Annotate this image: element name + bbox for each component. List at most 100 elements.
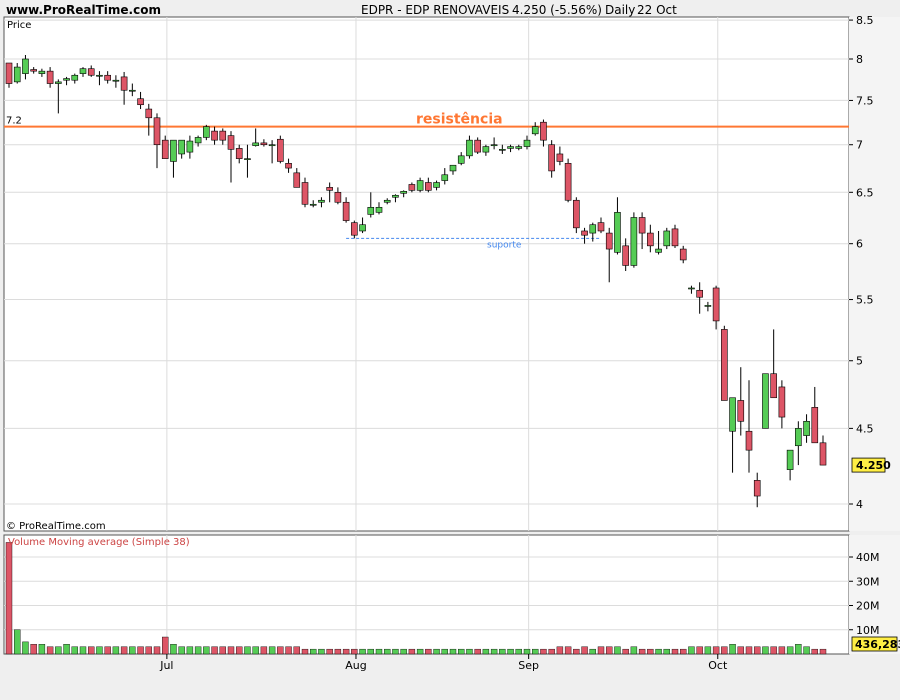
price-tick-label: 6.5	[856, 186, 874, 199]
volume-bar-up	[129, 646, 136, 655]
candle-body-up	[507, 146, 514, 149]
volume-bar-up	[170, 644, 177, 655]
last-price-change: 4.250 (-5.56%)	[512, 3, 602, 17]
price-tick-label: 4	[856, 498, 863, 511]
candle-body-up	[55, 81, 62, 84]
candle-body-down	[351, 222, 358, 236]
price-label: Price	[7, 20, 31, 31]
volume-bar-down	[30, 644, 37, 655]
volume-bar-down	[548, 648, 555, 655]
volume-bar-down	[260, 646, 268, 655]
candle-body-up	[367, 206, 375, 215]
candle-body-down	[260, 142, 268, 146]
candle-body-down	[474, 139, 481, 153]
volume-bar-up	[416, 648, 424, 655]
resistance-value-label: 7.2	[6, 116, 22, 127]
volume-bar-up	[203, 646, 210, 655]
candle-body-down	[219, 130, 227, 141]
price-tick-label: 7.5	[856, 94, 874, 107]
volume-bar-down	[597, 646, 605, 655]
volume-bar-up	[803, 646, 810, 655]
volume-bar-up	[655, 648, 662, 655]
candle-body-down	[622, 245, 629, 266]
volume-bar-up	[178, 646, 185, 655]
volume-bar-up	[614, 646, 621, 655]
volume-bar-up	[375, 648, 383, 655]
volume-bar-up	[318, 648, 325, 655]
volume-bar-down	[770, 646, 777, 655]
candle-body-up	[729, 397, 736, 432]
volume-bar-down	[696, 646, 703, 655]
volume-bar-down	[326, 648, 333, 655]
candle-body-up	[383, 199, 391, 203]
last-volume-tag-text: 436,283	[855, 638, 900, 651]
volume-bar-down	[638, 648, 646, 655]
candle-body-down	[647, 232, 654, 247]
volume-bar-down	[556, 646, 564, 655]
candle-body-up	[795, 428, 802, 447]
volume-bar-up	[55, 646, 62, 655]
candle-body-up	[482, 146, 490, 153]
volume-bar-down	[285, 646, 292, 655]
volume-bar-up	[729, 644, 736, 655]
price-tick-label: 8	[856, 53, 863, 66]
candle-body-up	[663, 230, 671, 247]
volume-bar-up	[786, 646, 794, 655]
candlestick	[630, 212, 638, 268]
candle-body-up	[318, 199, 325, 203]
volume-bar-down	[236, 646, 243, 655]
volume-bar-down	[647, 648, 654, 655]
volume-bar-down	[5, 542, 13, 655]
volume-bar-up	[499, 648, 506, 655]
candle-body-up	[630, 217, 638, 266]
price-tick-label: 4.5	[856, 422, 874, 435]
candle-body-up	[309, 203, 317, 206]
candle-body-up	[268, 144, 276, 147]
volume-bar-up	[433, 648, 440, 655]
volume-bar-down	[581, 646, 588, 655]
candle-body-down	[227, 135, 235, 150]
candle-body-up	[71, 74, 79, 81]
volume-bar-up	[795, 644, 802, 655]
time-tick-label: Sep	[518, 659, 539, 672]
volume-bar-up	[663, 648, 670, 655]
candle-body-up	[79, 68, 87, 74]
candle-body-down	[104, 74, 111, 81]
volume-bar-down	[671, 648, 679, 655]
candle-body-down	[285, 163, 292, 169]
volume-bar-down	[425, 648, 432, 655]
candle-body-down	[605, 232, 613, 250]
volume-bar-down	[153, 646, 161, 655]
candle-body-up	[400, 191, 407, 194]
candle-body-down	[564, 163, 572, 201]
candle-body-down	[153, 117, 161, 146]
candle-body-up	[13, 66, 21, 83]
volume-bar-up	[762, 646, 769, 655]
volume-panel	[3, 534, 850, 655]
candle-body-down	[573, 199, 580, 229]
candle-body-up	[457, 155, 465, 164]
candle-body-up	[466, 139, 473, 157]
volume-bar-down	[162, 636, 169, 655]
candlestick	[573, 197, 580, 234]
volume-bar-up	[466, 648, 473, 655]
volume-bar-up	[252, 646, 259, 655]
volume-bar-up	[384, 648, 391, 655]
symbol-name: EDPR - EDP RENOVAVEIS	[361, 3, 509, 17]
candle-body-down	[145, 108, 153, 119]
candle-body-down	[597, 222, 605, 232]
volume-bar-up	[367, 648, 374, 655]
candle-body-down	[277, 138, 284, 162]
candle-body-down	[696, 289, 703, 298]
site-url[interactable]: www.ProRealTime.com	[6, 3, 161, 17]
candle-body-up	[63, 78, 70, 81]
candle-body-down	[712, 287, 720, 322]
volume-bar-down	[606, 646, 613, 655]
volume-bar-up	[79, 646, 87, 655]
candle-body-down	[293, 172, 301, 188]
time-tick-label: Aug	[345, 659, 366, 672]
candle-body-down	[721, 329, 728, 401]
candlestick	[762, 373, 769, 429]
volume-bar-down	[219, 646, 226, 655]
volume-bar-down	[745, 646, 753, 655]
